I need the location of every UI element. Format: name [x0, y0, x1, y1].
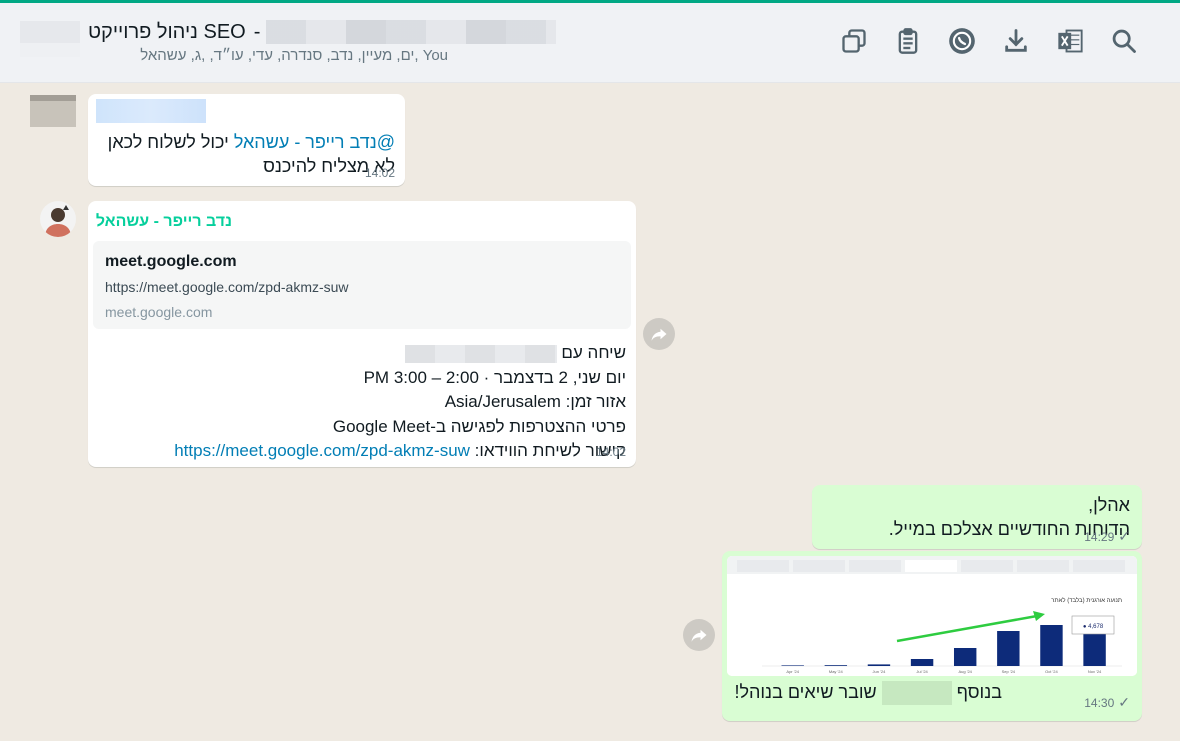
- traffic-chart: תנועה אורגנית (בלבד) לאתר Apr '24 May '24…: [727, 556, 1137, 676]
- forward-button[interactable]: [683, 619, 715, 651]
- report-tab: [849, 560, 901, 572]
- forward-button[interactable]: [643, 318, 675, 350]
- outgoing-image-message[interactable]: תנועה אורגנית (בלבד) לאתר Apr '24 May '24…: [722, 551, 1142, 721]
- message-text: שיחה עם יום שני, 2 בדצמבר · 2:00 – 3:00 …: [174, 343, 626, 460]
- incoming-message[interactable]: @נדב רייפר - עשהאל יכול לשלוח לכאן לא מצ…: [88, 94, 405, 186]
- chart-bar: [1040, 625, 1063, 666]
- image-caption: בנוסף שובר שיאים בנוהל!: [734, 681, 1002, 705]
- message-time: 14:02: [595, 445, 626, 459]
- x-tick-label: Nov '24: [1088, 669, 1102, 674]
- redacted-text: [881, 681, 952, 705]
- preview-domain: meet.google.com: [105, 304, 213, 320]
- sent-check-icon: ✓: [1118, 694, 1130, 710]
- outgoing-message[interactable]: אהלן, הדוחות החודשיים אצלכם במייל. 14:29…: [812, 485, 1142, 549]
- chart-bar: [867, 664, 891, 666]
- report-tab: [737, 560, 789, 572]
- mention-link[interactable]: @נדב רייפר - עשהאל: [234, 132, 395, 152]
- x-tick-label: Sep '24: [1002, 669, 1016, 674]
- forward-icon: [691, 629, 707, 642]
- chart-screenshot[interactable]: תנועה אורגנית (בלבד) לאתר Apr '24 May '24…: [727, 556, 1137, 676]
- link-preview[interactable]: meet.google.com https://meet.google.com/…: [93, 241, 631, 329]
- clipboard-icon[interactable]: [892, 25, 924, 57]
- message-list[interactable]: @נדב רייפר - עשהאל יכול לשלוח לכאן לא מצ…: [0, 83, 1180, 741]
- title-separator: -: [253, 20, 261, 43]
- chart-bar: [997, 631, 1020, 666]
- chart-bar: [910, 659, 934, 666]
- chart-bar: [781, 665, 804, 666]
- x-tick-label: Apr '24: [786, 669, 799, 674]
- report-tab: [793, 560, 845, 572]
- forward-icon: [651, 328, 667, 341]
- message-text: @נדב רייפר - עשהאל יכול לשלוח לכאן לא מצ…: [107, 132, 395, 176]
- search-icon[interactable]: [1108, 25, 1140, 57]
- members-list[interactable]: You ,ים, מעיין, נדב, סנדרה, עדי, עו״ד, ,…: [88, 47, 448, 69]
- chat-title[interactable]: ניהול פרוייקט SEO -: [88, 19, 557, 45]
- report-tab: [905, 560, 957, 572]
- sender-avatar[interactable]: [40, 201, 76, 237]
- preview-description: https://meet.google.com/zpd-akmz-suw: [105, 279, 349, 295]
- x-tick-label: Aug '24: [958, 669, 972, 674]
- chat-header[interactable]: ניהול פרוייקט SEO - You ,ים, מעיין, נדב,…: [0, 3, 1180, 83]
- sender-avatar[interactable]: [30, 95, 76, 127]
- meet-link[interactable]: https://meet.google.com/zpd-akmz-suw: [174, 441, 470, 460]
- message-time: 14:30 ✓: [1084, 694, 1130, 710]
- chart-title: תנועה אורגנית (בלבד) לאתר: [1051, 596, 1122, 604]
- excel-icon[interactable]: [1054, 25, 1086, 57]
- report-tab: [1073, 560, 1125, 572]
- redacted-sender-name: [96, 99, 206, 123]
- x-tick-label: Jul '24: [916, 669, 928, 674]
- redacted-client-name: [266, 20, 557, 44]
- group-avatar[interactable]: [20, 21, 80, 71]
- redacted-name: [404, 344, 557, 363]
- report-tab: [961, 560, 1013, 572]
- chart-bar: [824, 665, 848, 666]
- preview-title: meet.google.com: [105, 253, 237, 270]
- tooltip-value: ● 4,678: [1083, 624, 1104, 630]
- copy-icon[interactable]: [838, 25, 870, 57]
- sender-name[interactable]: נדב רייפר - עשהאל: [96, 213, 232, 231]
- download-icon[interactable]: [1000, 25, 1032, 57]
- x-tick-label: Oct '24: [1045, 669, 1058, 674]
- header-toolbar: [838, 25, 1140, 57]
- whatsapp-icon[interactable]: [946, 25, 978, 57]
- message-time: 14:02: [364, 166, 395, 180]
- x-tick-label: May '24: [829, 669, 844, 674]
- group-title: ניהול פרוייקט SEO: [88, 20, 246, 43]
- message-time: 14:29 ✓: [1084, 528, 1130, 544]
- x-tick-label: Jun '24: [873, 669, 887, 674]
- incoming-message[interactable]: נדב רייפר - עשהאל meet.google.com https:…: [88, 201, 636, 467]
- report-tab: [1017, 560, 1069, 572]
- chart-bar: [953, 648, 977, 666]
- sent-check-icon: ✓: [1118, 528, 1130, 544]
